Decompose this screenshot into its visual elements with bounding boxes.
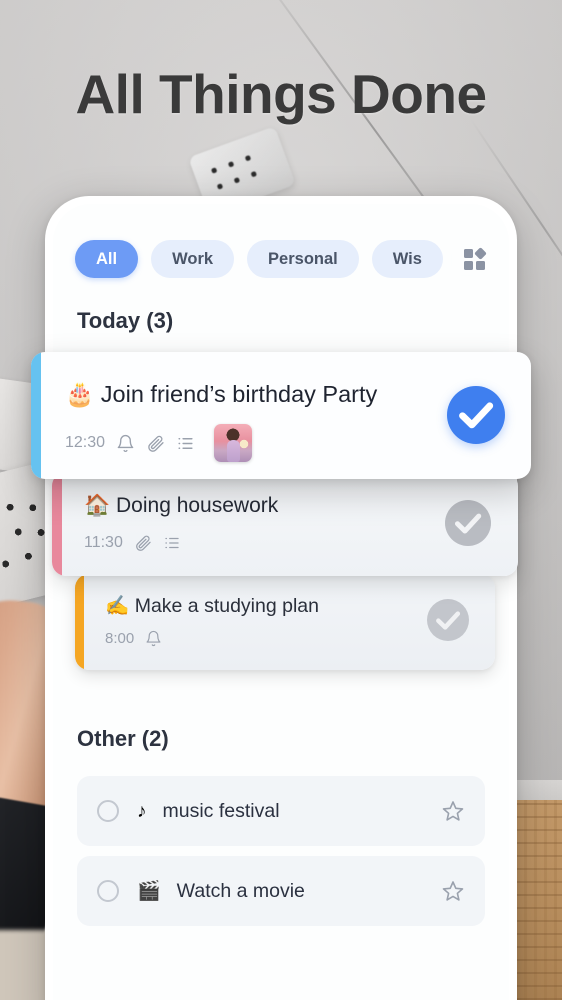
checkbox-circle-icon[interactable] <box>97 800 119 822</box>
today-section-title: Today (3) <box>77 308 174 333</box>
star-outline-icon[interactable] <box>441 879 465 903</box>
checklist-icon <box>165 537 179 549</box>
task-title-row: ✍️ Make a studying plan <box>105 594 319 618</box>
check-icon <box>459 402 494 429</box>
list-item[interactable]: ♪ music festival <box>77 776 485 846</box>
task-meta-row: 11:30 <box>84 534 181 552</box>
task-card[interactable]: 🎂 Join friend’s birthday Party 12:30 <box>31 352 531 479</box>
task-complete-toggle[interactable] <box>445 500 491 546</box>
task-title-text: Join friend’s birthday Party <box>100 381 378 407</box>
list-item-label: music festival <box>162 799 280 822</box>
grid-square-top-left <box>464 249 473 258</box>
grid-diamond-top-right <box>474 247 487 260</box>
filter-chip-personal[interactable]: Personal <box>247 240 359 278</box>
task-title-row: 🏠 Doing housework <box>84 494 278 518</box>
filter-chip-all[interactable]: All <box>75 240 139 278</box>
music-note-icon: ♪ <box>137 800 147 822</box>
filter-chip-wishlist[interactable]: Wis <box>371 240 443 278</box>
task-meta-row: 12:30 <box>65 424 253 462</box>
task-accent-stripe <box>31 352 41 479</box>
task-time: 8:00 <box>105 630 135 647</box>
paperclip-icon <box>148 435 164 452</box>
task-card[interactable]: ✍️ Make a studying plan 8:00 <box>75 574 495 670</box>
writing-hand-icon: ✍️ <box>105 595 130 617</box>
paperclip-icon <box>135 535 151 551</box>
task-title-row: 🎂 Join friend’s birthday Party <box>65 380 377 408</box>
bell-icon <box>146 630 161 647</box>
other-section-title: Other (2) <box>77 726 169 751</box>
grid-view-icon[interactable] <box>463 247 487 272</box>
page-title: All Things Done <box>75 63 487 125</box>
task-accent-stripe <box>75 574 84 670</box>
task-complete-toggle[interactable] <box>427 599 469 641</box>
check-icon <box>436 611 461 630</box>
star-outline-icon[interactable] <box>441 799 465 823</box>
clapperboard-icon: 🎬 <box>137 880 161 902</box>
task-meta-row: 8:00 <box>105 630 162 647</box>
grid-square-bottom-left <box>464 261 473 270</box>
check-icon <box>454 513 482 534</box>
checkbox-circle-icon[interactable] <box>97 880 119 902</box>
filter-chip-work[interactable]: Work <box>151 240 235 278</box>
list-item-label: Watch a movie <box>176 879 305 902</box>
task-card[interactable]: 🏠 Doing housework 11:30 <box>52 472 518 576</box>
checklist-icon <box>178 437 193 449</box>
list-item[interactable]: 🎬 Watch a movie <box>77 856 485 926</box>
photo-thumbnail[interactable] <box>214 424 253 462</box>
task-time: 11:30 <box>84 534 123 551</box>
grid-square-bottom-right <box>476 261 485 270</box>
birthday-cake-icon: 🎂 <box>65 381 95 407</box>
task-time: 12:30 <box>65 434 106 451</box>
task-title-text: Make a studying plan <box>134 595 319 617</box>
task-title-text: Doing housework <box>116 494 279 517</box>
bell-icon <box>117 434 134 452</box>
filter-chip-row: All Work Personal Wis <box>75 240 443 278</box>
task-complete-toggle[interactable] <box>447 386 505 444</box>
house-icon: 🏠 <box>84 494 111 517</box>
task-accent-stripe <box>52 472 62 576</box>
